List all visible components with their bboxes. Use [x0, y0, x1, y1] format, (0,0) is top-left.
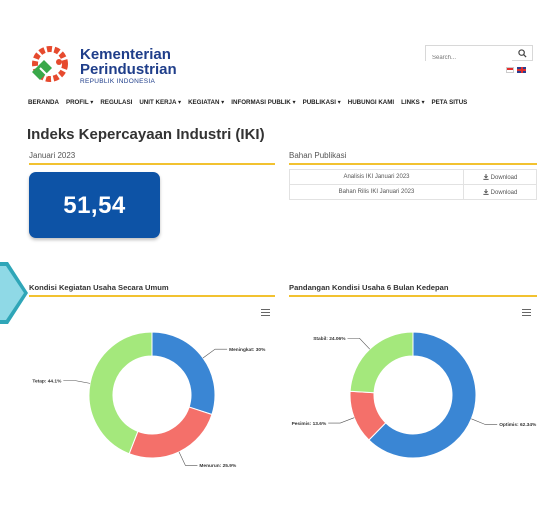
chart-2-menu-icon[interactable]: [522, 309, 531, 317]
chart-1-donut: Meningkat: 30% Menurun: 25.9% Tetap: 44.1%: [32, 331, 266, 469]
search-box: [425, 45, 533, 65]
nav-peta-situs[interactable]: PETA SITUS: [432, 99, 468, 106]
publikasi-table: Analisis IKI Januari 2023 Download Bahan…: [289, 169, 537, 200]
iki-period-heading: Januari 2023: [29, 151, 275, 165]
publikasi-heading: Bahan Publikasi: [289, 151, 537, 165]
brand-name[interactable]: Kementerian Perindustrian REPUBLIK INDON…: [80, 47, 177, 85]
donut-leader-menurun: [178, 451, 198, 466]
flag-indonesia-icon[interactable]: [506, 67, 514, 73]
donut-leader-tetap: [63, 380, 91, 384]
donut-leader-stabil: [347, 337, 371, 350]
flag-uk-icon[interactable]: [517, 67, 526, 73]
donut-leader-pesimis: [328, 417, 355, 424]
nav-kegiatan[interactable]: KEGIATAN ▾: [188, 99, 224, 106]
download-button[interactable]: Download: [463, 169, 537, 185]
publikasi-name: Bahan Rilis IKI Januari 2023: [289, 184, 464, 200]
donut-slice-meningkat[interactable]: [151, 331, 216, 416]
publikasi-name: Analisis IKI Januari 2023: [289, 169, 464, 185]
donut-leader-optimis: [471, 418, 498, 425]
main-nav: BERANDA PROFIL ▾ REGULASI UNIT KERJA ▾ K…: [28, 99, 467, 106]
donut-slice-menurun[interactable]: [128, 406, 213, 459]
chart-1-title: Kondisi Kegiatan Usaha Secara Umum: [29, 283, 275, 297]
table-row: Bahan Rilis IKI Januari 2023 Download: [289, 184, 537, 200]
download-label: Download: [490, 174, 518, 181]
chart-1-menu-icon[interactable]: [261, 309, 270, 317]
page-title: Indeks Kepercayaan Industri (IKI): [27, 126, 265, 143]
nav-hubungi-kami[interactable]: HUBUNGI KAMI: [348, 99, 394, 106]
nav-profil[interactable]: PROFIL ▾: [66, 99, 93, 106]
kemenperin-logo[interactable]: [26, 42, 72, 88]
download-button[interactable]: Download: [463, 184, 537, 200]
brand-line-3: REPUBLIK INDONESIA: [80, 78, 156, 85]
donut-label-meningkat: Meningkat: 30%: [229, 347, 266, 353]
chart-2-title: Pandangan Kondisi Usaha 6 Bulan Kedepan: [289, 283, 537, 297]
chart-2-donut: Optimis: 62.34% Pesimis: 13.6% Stabil: 24.…: [292, 331, 537, 459]
iki-value-box: 51,54: [29, 172, 160, 238]
brand-line-2: Perindustrian: [80, 61, 177, 78]
nav-informasi-publik[interactable]: INFORMASI PUBLIK ▾: [231, 99, 295, 106]
donut-label-pesimis: Pesimis: 13.6%: [292, 421, 327, 427]
search-icon[interactable]: [518, 49, 527, 58]
donut-slice-stabil[interactable]: [349, 331, 414, 394]
donut-label-optimis: Optimis: 62.34%: [499, 422, 537, 428]
nav-links[interactable]: LINKS ▾: [401, 99, 424, 106]
side-arrow-icon: [0, 262, 28, 324]
search-input[interactable]: [426, 51, 512, 65]
donut-label-menurun: Menurun: 25.9%: [199, 463, 237, 469]
download-label: Download: [490, 189, 518, 196]
donut-label-tetap: Tetap: 44.1%: [32, 378, 62, 384]
nav-regulasi[interactable]: REGULASI: [100, 99, 132, 106]
download-icon: [483, 188, 489, 195]
nav-publikasi[interactable]: PUBLIKASI ▾: [303, 99, 341, 106]
download-icon: [483, 173, 489, 180]
brand-line-1: Kementerian: [80, 46, 171, 63]
donut-leader-meningkat: [202, 348, 228, 359]
table-row: Analisis IKI Januari 2023 Download: [289, 169, 537, 185]
language-flags: [506, 67, 526, 73]
nav-unit-kerja[interactable]: UNIT KERJA ▾: [139, 99, 181, 106]
iki-value: 51,54: [63, 192, 126, 219]
donut-label-stabil: Stabil: 24.06%: [313, 336, 346, 342]
nav-beranda[interactable]: BERANDA: [28, 99, 59, 106]
